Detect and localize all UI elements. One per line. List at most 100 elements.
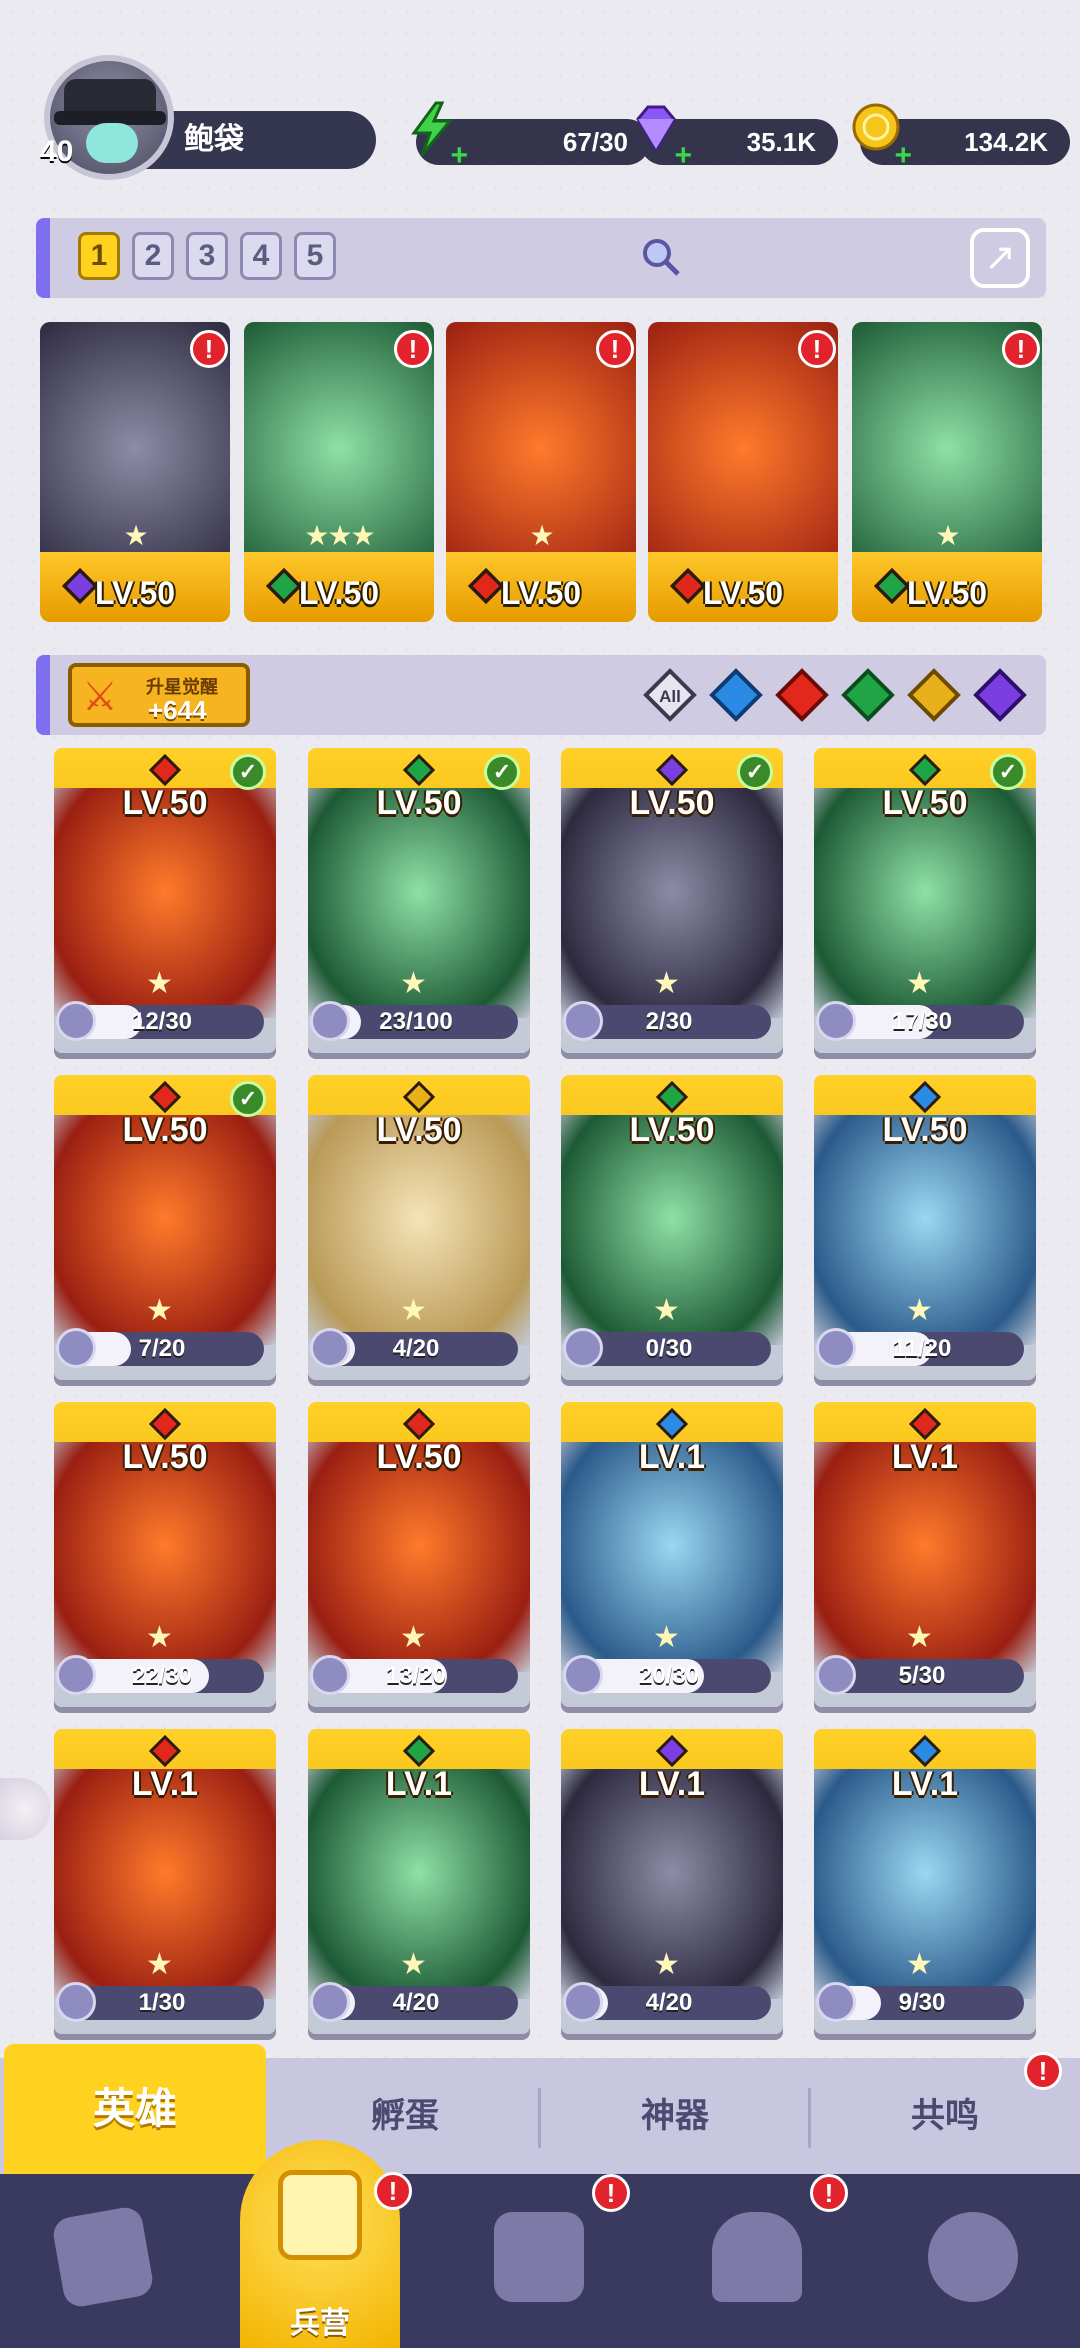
hero-card[interactable]: LV.50 ★ 22/30: [54, 1402, 276, 1707]
coin-plus-icon[interactable]: +: [890, 141, 912, 171]
hero-level: LV.50: [94, 575, 176, 611]
map-alert-badge: !: [592, 2174, 630, 2212]
nav-guild-button[interactable]: [918, 2202, 1028, 2312]
share-icon[interactable]: ↗: [970, 228, 1030, 288]
awaken-button[interactable]: ⚔ 升星觉醒 +644: [68, 663, 250, 727]
team-slot[interactable]: ★ LV.50: [446, 322, 636, 622]
filter-all-icon[interactable]: All: [642, 667, 698, 723]
nav-map-button[interactable]: [484, 2202, 594, 2312]
map-icon: [494, 2212, 584, 2302]
element-icon: [402, 753, 436, 787]
element-icon: [908, 1734, 942, 1768]
top-bar: 鲍袋 40 + 67/30 + 35.1K + 134.2K: [36, 55, 1070, 185]
hero-card[interactable]: LV.50 ★ 13/20: [308, 1402, 530, 1707]
coin-counter[interactable]: + 134.2K: [852, 103, 1070, 171]
hero-level: LV.50: [298, 575, 380, 611]
filter-strip: ⚔ 升星觉醒 +644 All: [36, 655, 1046, 735]
soul-shard-icon: [563, 1328, 603, 1368]
formation-tab-1[interactable]: 1: [78, 232, 120, 280]
soul-shard-icon: [56, 1001, 96, 1041]
soul-shard-icon: [816, 1328, 856, 1368]
hero-card[interactable]: LV.1 ★ 4/20: [561, 1729, 783, 2034]
star-icon: ★: [146, 967, 173, 1000]
bottom-nav: ! !: [0, 2174, 1080, 2348]
team-slot[interactable]: ★ LV.50: [40, 322, 230, 622]
hero-card[interactable]: LV.1 ★ 4/20: [308, 1729, 530, 2034]
formation-tab-5[interactable]: 5: [294, 232, 336, 280]
element-icon: [655, 1734, 689, 1768]
element-icon: [908, 1407, 942, 1441]
hero-level: LV.1: [131, 1765, 199, 1803]
element-icon: [402, 1734, 436, 1768]
filter-dark-icon[interactable]: [972, 667, 1028, 723]
element-icon: [148, 753, 182, 787]
hero-card[interactable]: ✓ LV.50 ★ 23/100: [308, 748, 530, 1053]
tab-heroes[interactable]: 英雄: [4, 2044, 266, 2174]
team-alert-badge: !: [394, 330, 432, 368]
star-icon: ★: [906, 1948, 933, 1981]
team-slot[interactable]: LV.50: [648, 322, 838, 622]
hero-card[interactable]: LV.1 ★ 1/30: [54, 1729, 276, 2034]
energy-counter[interactable]: + 67/30: [411, 101, 650, 171]
team-alert-badge: !: [1002, 330, 1040, 368]
hero-level: LV.50: [882, 1111, 968, 1149]
hero-card[interactable]: ✓ LV.50 ★ 2/30: [561, 748, 783, 1053]
awaken-count: +644: [148, 695, 207, 725]
nav-cards-button[interactable]: [48, 2202, 158, 2312]
coin-value: 134.2K: [964, 127, 1048, 157]
barracks-alert-badge: !: [374, 2172, 412, 2210]
hero-card[interactable]: ✓ LV.50 ★ 17/30: [814, 748, 1036, 1053]
filter-fire-icon[interactable]: [774, 667, 830, 723]
hero-level: LV.50: [376, 784, 462, 822]
star-icon: ★: [400, 1294, 427, 1327]
filter-light-icon[interactable]: [906, 667, 962, 723]
soul-shard-icon: [310, 1655, 350, 1695]
formation-tab-3[interactable]: 3: [186, 232, 228, 280]
nav-barracks-button[interactable]: 兵营: [240, 2140, 400, 2348]
element-icon: [148, 1080, 182, 1114]
hero-card[interactable]: LV.50 ★ 0/30: [561, 1075, 783, 1380]
soul-shard-icon: [563, 1655, 603, 1695]
hero-level: LV.50: [629, 784, 715, 822]
energy-value: 67/30: [562, 127, 628, 157]
element-icon: [402, 1407, 436, 1441]
hero-card[interactable]: ✓ LV.50 ★ 7/20: [54, 1075, 276, 1380]
element-icon: [148, 1734, 182, 1768]
filter-wind-icon[interactable]: [840, 667, 896, 723]
gem-plus-icon[interactable]: +: [670, 141, 692, 171]
hero-card[interactable]: LV.50 ★ 4/20: [308, 1075, 530, 1380]
hero-level: LV.50: [906, 575, 988, 611]
hero-card[interactable]: ✓ LV.50 ★ 12/30: [54, 748, 276, 1053]
soul-shard-icon: [56, 1328, 96, 1368]
gem-value: 35.1K: [746, 127, 816, 157]
search-icon[interactable]: [640, 236, 682, 278]
hero-level: LV.50: [376, 1111, 462, 1149]
hero-card[interactable]: LV.50 ★ 11/20: [814, 1075, 1036, 1380]
nav-shrine-button[interactable]: [702, 2202, 812, 2312]
soul-shard-icon: [310, 1982, 350, 2022]
star-rating: ★★★: [304, 520, 375, 551]
gem-counter[interactable]: + 35.1K: [636, 105, 838, 171]
soul-shard-icon: [56, 1655, 96, 1695]
star-icon: ★: [146, 1621, 173, 1654]
hero-card[interactable]: LV.1 ★ 20/30: [561, 1402, 783, 1707]
shrine-alert-badge: !: [810, 2174, 848, 2212]
filter-water-icon[interactable]: [708, 667, 764, 723]
energy-plus-icon[interactable]: +: [446, 141, 468, 171]
star-icon: ★: [653, 1948, 680, 1981]
hero-card[interactable]: LV.1 ★ 9/30: [814, 1729, 1036, 2034]
shrine-icon: [712, 2212, 802, 2302]
formation-tab-2[interactable]: 2: [132, 232, 174, 280]
star-icon: ★: [906, 967, 933, 1000]
team-slot[interactable]: ★★★ LV.50: [244, 322, 434, 622]
star-icon: ★: [400, 1621, 427, 1654]
element-icon: [908, 1080, 942, 1114]
hero-level: LV.1: [638, 1438, 706, 1476]
sword-icon: ⚔: [82, 675, 118, 719]
hero-card[interactable]: LV.1 ★ 5/30: [814, 1402, 1036, 1707]
tab-artifacts[interactable]: 神器: [542, 2058, 808, 2174]
star-icon: ★: [906, 1621, 933, 1654]
element-icon: [655, 753, 689, 787]
team-slot[interactable]: ★ LV.50: [852, 322, 1042, 622]
formation-tab-4[interactable]: 4: [240, 232, 282, 280]
